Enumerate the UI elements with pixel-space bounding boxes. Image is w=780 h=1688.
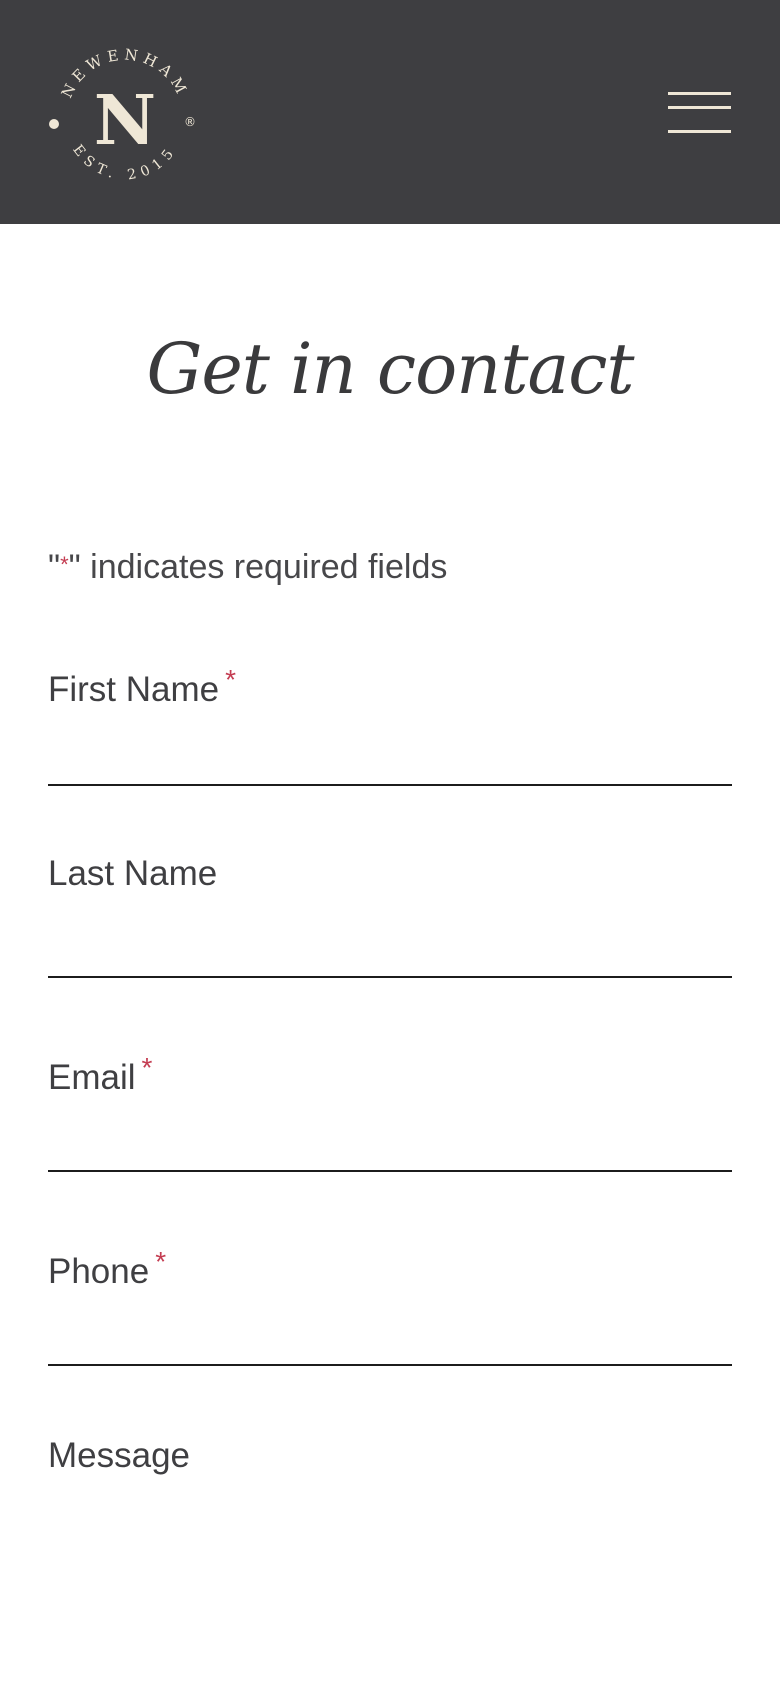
message-label: Message [48, 1436, 732, 1476]
site-header: NEWENHAM EST. 2015 N ® [0, 0, 780, 224]
phone-input[interactable] [48, 1312, 732, 1366]
email-label-text: Email [48, 1058, 136, 1097]
newenham-logo[interactable]: NEWENHAM EST. 2015 N ® [40, 32, 210, 202]
first-name-label-text: First Name [48, 670, 220, 709]
message-textarea[interactable] [48, 1496, 732, 1676]
required-note-text: " indicates required fields [68, 548, 448, 586]
email-field: Email * [48, 1048, 732, 1172]
phone-label-text: Phone [48, 1252, 150, 1291]
required-asterisk: * [141, 1052, 153, 1083]
message-label-text: Message [48, 1436, 191, 1475]
last-name-label: Last Name [48, 854, 732, 894]
logo-registered-mark: ® [184, 115, 196, 129]
phone-label: Phone * [48, 1242, 732, 1292]
required-note-star: * [60, 552, 69, 577]
required-note-prefix: " [48, 548, 61, 586]
first-name-input[interactable] [48, 732, 732, 786]
logo-monogram: N [94, 81, 156, 161]
last-name-field: Last Name [48, 854, 732, 978]
required-asterisk: * [155, 1246, 167, 1277]
message-field: Message [48, 1436, 732, 1676]
required-fields-note: "*" indicates required fields [48, 548, 447, 587]
email-label: Email * [48, 1048, 732, 1098]
menu-bar-bottom [668, 130, 731, 133]
last-name-label-text: Last Name [48, 854, 218, 893]
phone-field: Phone * [48, 1242, 732, 1366]
last-name-input[interactable] [48, 924, 732, 978]
email-input[interactable] [48, 1118, 732, 1172]
hamburger-menu-icon[interactable] [662, 86, 734, 140]
first-name-label: First Name * [48, 660, 732, 710]
menu-bar-middle [668, 106, 731, 109]
required-asterisk: * [225, 664, 237, 695]
page-title: Get in contact [146, 328, 634, 410]
logo-dot [49, 119, 59, 129]
first-name-field: First Name * [48, 660, 732, 786]
menu-bar-top [668, 92, 731, 95]
